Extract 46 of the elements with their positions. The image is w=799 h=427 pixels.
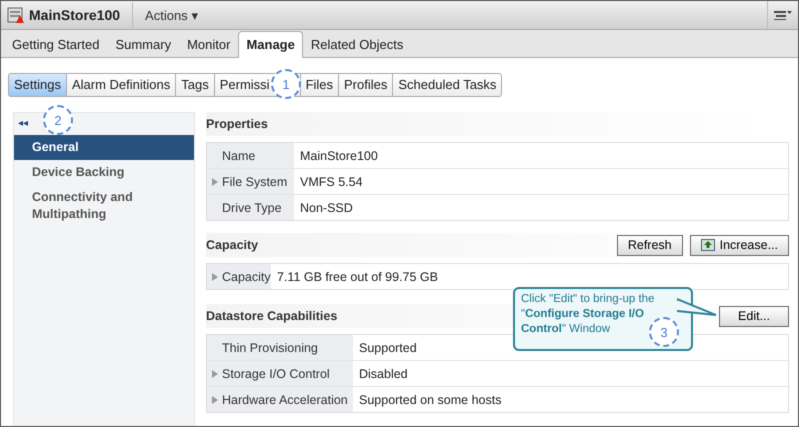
sidebar-item[interactable]: Connectivity and Multipathing: [14, 185, 194, 227]
tab[interactable]: Monitor: [179, 32, 238, 57]
tab[interactable]: Getting Started: [4, 32, 108, 57]
sub-tab[interactable]: Scheduled Tasks: [392, 73, 502, 97]
tab[interactable]: Related Objects: [302, 32, 412, 57]
property-value: 7.11 GB free out of 99.75 GB: [276, 270, 438, 284]
property-label: Thin Provisioning: [222, 340, 318, 354]
sidebar-item[interactable]: General: [14, 135, 194, 160]
collapse-button[interactable]: ◂◂: [14, 113, 32, 135]
expand-icon[interactable]: [212, 396, 218, 404]
edit-button[interactable]: Edit...: [719, 306, 789, 326]
property-value: Supported: [358, 340, 417, 354]
section-title: Datastore Capabilities: [206, 309, 338, 323]
sidebar-item[interactable]: Device Backing: [14, 160, 194, 185]
expand-icon[interactable]: [212, 178, 218, 186]
step-marker: 1: [271, 69, 301, 99]
section-title: Capacity: [206, 238, 258, 252]
property-label: Storage I/O Control: [222, 366, 330, 380]
upload-icon: [700, 239, 715, 251]
sub-tab[interactable]: Files: [300, 73, 340, 97]
property-value: Supported on some hosts: [358, 392, 502, 406]
property-label: Name: [222, 148, 256, 162]
property-label: Drive Type: [222, 200, 282, 214]
property-label: File System: [222, 174, 288, 188]
sub-tab[interactable]: Alarm Definitions: [66, 73, 176, 97]
property-value: VMFS 5.54: [299, 174, 363, 188]
datastore-icon: [7, 6, 25, 24]
section-title: Properties: [206, 117, 268, 131]
expand-icon[interactable]: [212, 272, 218, 280]
property-value: Non-SSD: [299, 200, 353, 214]
sub-tab[interactable]: Settings: [8, 73, 67, 97]
actions-menu[interactable]: Actions ▾: [145, 8, 198, 22]
expand-icon[interactable]: [212, 370, 218, 378]
property-label: Capacity: [222, 270, 271, 284]
sub-tab[interactable]: Tags: [175, 73, 215, 97]
property-value: MainStore100: [299, 148, 378, 162]
step-marker: 2: [43, 105, 73, 135]
window-title: MainStore100: [29, 7, 120, 23]
sub-tab[interactable]: Profiles: [338, 73, 394, 97]
capacity-button[interactable]: Refresh: [616, 234, 683, 256]
property-value: Disabled: [358, 366, 408, 380]
property-label: Hardware Acceleration: [222, 392, 348, 406]
tab[interactable]: Manage: [238, 31, 303, 58]
tab[interactable]: Summary: [107, 32, 180, 57]
capacity-button[interactable]: Increase...: [690, 234, 789, 256]
menu-icon[interactable]: [774, 10, 792, 20]
